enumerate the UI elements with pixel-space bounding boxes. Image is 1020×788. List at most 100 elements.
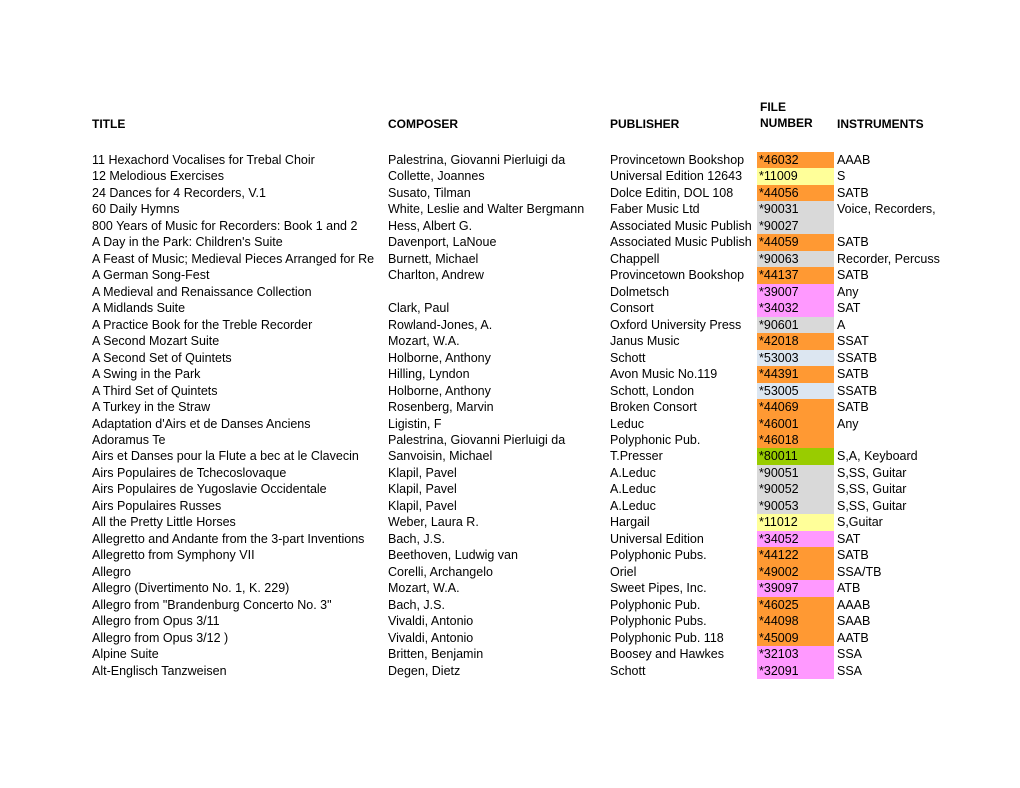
file-number-cell: *90031: [757, 201, 834, 218]
title-cell: 800 Years of Music for Recorders: Book 1…: [92, 218, 358, 233]
composer-cell: Rowland-Jones, A.: [388, 317, 493, 332]
title-cell: Adaptation d'Airs et de Danses Anciens: [92, 416, 311, 431]
composer-cell: Clark, Paul: [388, 301, 450, 316]
instruments-cell: SAT: [837, 301, 861, 316]
file-number-cell: *11012: [757, 514, 834, 531]
instruments-cell: S,SS, Guitar: [837, 498, 907, 513]
file-number-cell: *39007: [757, 283, 834, 301]
publisher-cell: Schott: [610, 350, 646, 365]
table-row: Alt-Englisch Tanzweisen Degen, Dietz Schot…: [0, 662, 1020, 679]
publisher-cell: A.Leduc: [610, 482, 656, 497]
title-cell: Airs Populaires Russes: [92, 498, 222, 513]
table-row: 800 Years of Music for Recorders: Book 1…: [0, 217, 1020, 235]
table-row: Allegro from Opus 3/12 ) Vivaldi, Antonio…: [0, 629, 1020, 647]
composer-cell: Palestrina, Giovanni Pierluigi da: [388, 153, 566, 167]
title-cell: A Medieval and Renaissance Collection: [92, 284, 312, 299]
title-cell: A Practice Book for the Treble Recorder: [92, 317, 313, 332]
table-row: A Second Set of Quintets Holborne, Anthon…: [0, 349, 1020, 367]
publisher-cell: Faber Music Ltd: [610, 202, 700, 217]
title-cell: Allegretto and Andante from the 3-part I…: [92, 531, 365, 546]
title-cell: 60 Daily Hymns: [92, 202, 180, 217]
table-row: 24 Dances for 4 Recorders, V.1 Susato, Ti…: [0, 184, 1020, 202]
publisher-cell: Oriel: [610, 564, 637, 579]
title-cell: 12 Melodious Exercises: [92, 169, 225, 184]
table-row: A Second Mozart Suite Mozart, W.A. Janus M…: [0, 333, 1020, 350]
file-number-cell: *44391: [757, 366, 834, 383]
composer-cell: Susato, Tilman: [388, 185, 471, 200]
file-number-cell: *44137: [757, 267, 834, 284]
publisher-cell: A.Leduc: [610, 465, 656, 480]
table-row: Airs Populaires de Yugoslavie Occidental…: [0, 481, 1020, 498]
publisher-cell: Polyphonic Pub.: [610, 432, 701, 447]
instruments-cell: SSATB: [837, 383, 878, 398]
title-cell: Airs Populaires de Tchecoslovaque: [92, 465, 287, 480]
publisher-cell: Schott: [610, 663, 646, 678]
header-file-number: FILE NUMBER: [760, 99, 813, 131]
title-cell: Allegro from "Brandenburg Concerto No. 3…: [92, 597, 332, 612]
table-row: A Practice Book for the Treble Recorder R…: [0, 316, 1020, 334]
composer-cell: White, Leslie and Walter Bergmann: [388, 202, 585, 217]
table-row: Allegro from Opus 3/11 Vivaldi, Antonio Po…: [0, 613, 1020, 630]
instruments-cell: AAAB: [837, 597, 871, 612]
instruments-cell: SSA: [837, 663, 863, 678]
file-number-cell: *11009: [757, 168, 834, 185]
file-number-cell: *44098: [757, 613, 834, 630]
header-file-line2: NUMBER: [760, 116, 813, 130]
table-row: 12 Melodious Exercises Collette, Joannes U…: [0, 168, 1020, 185]
composer-cell: Britten, Benjamin: [388, 647, 484, 662]
instruments-cell: SATB: [837, 548, 869, 563]
instruments-cell: Any: [837, 284, 859, 299]
table-row: A Day in the Park: Children's Suite Daven…: [0, 234, 1020, 251]
catalog-table: 11 Hexachord Vocalises for Trebal Choir P…: [0, 152, 1020, 679]
header-title: TITLE: [92, 117, 126, 131]
title-cell: Allegro from Opus 3/11: [92, 614, 220, 629]
instruments-cell: S: [837, 169, 846, 184]
composer-cell: Klapil, Pavel: [388, 482, 457, 497]
title-cell: A Day in the Park: Children's Suite: [92, 235, 283, 250]
publisher-cell: Chappell: [610, 251, 660, 266]
publisher-cell: Provincetown Bookshop: [610, 153, 745, 167]
publisher-cell: Polyphonic Pub.: [610, 597, 701, 612]
publisher-cell: Avon Music No.119: [610, 367, 718, 382]
file-number-cell: *80011: [757, 448, 834, 465]
table-row: Allegretto and Andante from the 3-part I…: [0, 530, 1020, 548]
publisher-cell: Broken Consort: [610, 400, 697, 415]
composer-cell: Charlton, Andrew: [388, 268, 484, 283]
publisher-cell: Hargail: [610, 515, 650, 530]
publisher-cell: A.Leduc: [610, 498, 656, 513]
composer-cell: Vivaldi, Antonio: [388, 630, 474, 645]
composer-cell: Bach, J.S.: [388, 531, 445, 546]
composer-cell: Mozart, W.A.: [388, 334, 460, 349]
instruments-cell: [837, 218, 940, 234]
header-composer: COMPOSER: [388, 117, 459, 131]
file-number-cell: *45009: [757, 629, 834, 647]
instruments-cell: [837, 432, 940, 448]
file-number-cell: *46025: [757, 596, 834, 614]
instruments-cell: SATB: [837, 235, 869, 250]
file-number-cell: *32091: [757, 662, 834, 679]
publisher-cell: Polyphonic Pub. 118: [610, 630, 724, 645]
title-cell: A Third Set of Quintets: [92, 383, 218, 398]
table-row: A German Song-Fest Charlton, Andrew Provin…: [0, 267, 1020, 284]
composer-cell: Vivaldi, Antonio: [388, 614, 474, 629]
table-row: A Feast of Music; Medieval Pieces Arrang…: [0, 250, 1020, 268]
header-publisher: PUBLISHER: [610, 117, 680, 131]
table-row: A Third Set of Quintets Holborne, Anthony…: [0, 382, 1020, 400]
instruments-cell: SSAT: [837, 334, 869, 349]
composer-cell: Mozart, W.A.: [388, 581, 460, 596]
title-cell: A Second Set of Quintets: [92, 350, 232, 365]
instruments-cell: Any: [837, 416, 859, 431]
table-row: Airs Populaires Russes Klapil, Pavel A.Led…: [0, 497, 1020, 515]
title-cell: Airs Populaires de Yugoslavie Occidental…: [92, 482, 327, 497]
title-cell: A Turkey in the Straw: [92, 400, 211, 415]
instruments-cell: ATB: [837, 581, 861, 596]
file-number-cell: *44056: [757, 184, 834, 202]
file-number-cell: *34052: [757, 530, 834, 548]
composer-cell: Weber, Laura R.: [388, 515, 479, 530]
file-number-cell: *46001: [757, 415, 834, 432]
table-row: Allegro (Divertimento No. 1, K. 229) Moza…: [0, 580, 1020, 597]
composer-cell: Klapil, Pavel: [388, 498, 457, 513]
composer-cell: Hess, Albert G.: [388, 218, 473, 233]
table-row: Airs Populaires de Tchecoslovaque Klapil,…: [0, 464, 1020, 482]
title-cell: A Swing in the Park: [92, 367, 201, 382]
